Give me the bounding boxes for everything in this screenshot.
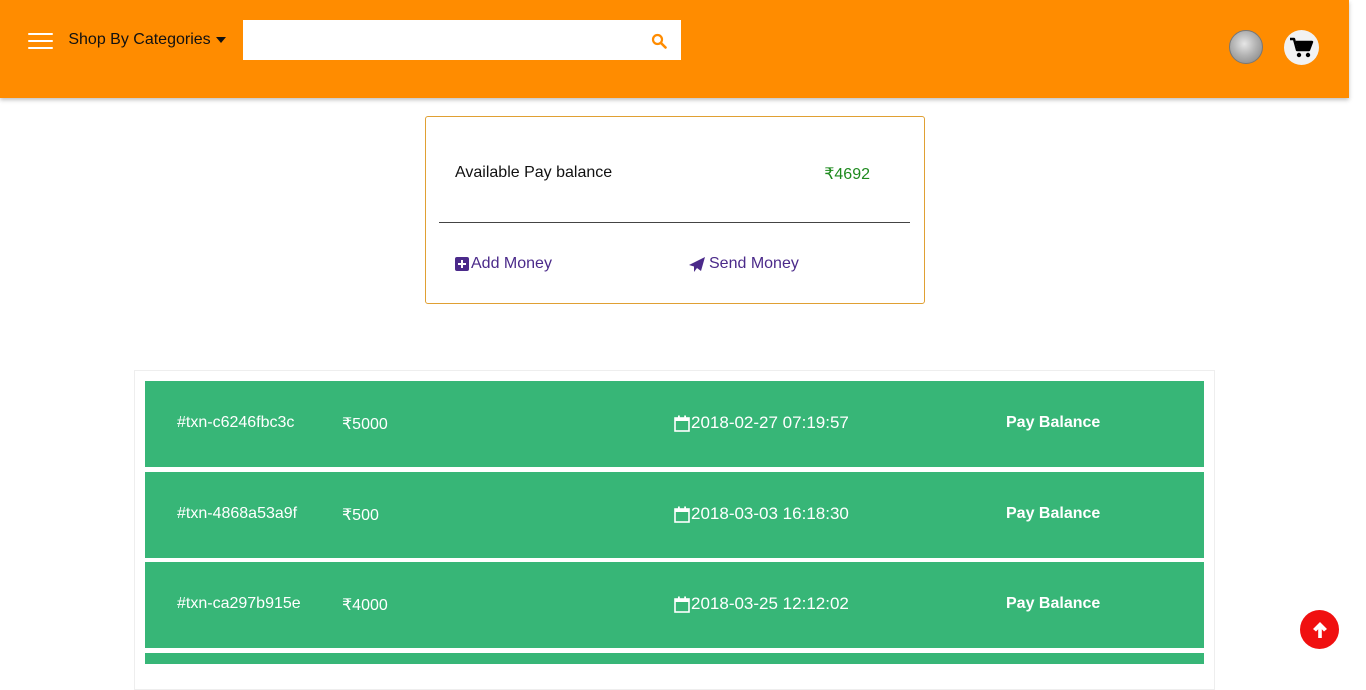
txn-id: #txn-ca297b915e — [177, 595, 301, 612]
transaction-row: #txn-ca297b915e ₹4000 2018-03-25 12:12:0… — [145, 562, 1204, 648]
transaction-row: #txn-c6246fbc3c ₹5000 2018-02-27 07:19:5… — [145, 381, 1204, 467]
categories-label: Shop By Categories — [68, 31, 211, 48]
shopping-cart-icon — [1289, 37, 1313, 57]
txn-amount: ₹5000 — [342, 416, 388, 433]
txn-id: #txn-c6246fbc3c — [177, 414, 295, 431]
cart-button[interactable] — [1284, 30, 1319, 65]
txn-datetime: 2018-03-03 16:18:30 — [674, 504, 849, 524]
txn-datetime: 2018-03-25 12:12:02 — [674, 594, 849, 614]
arrow-up-icon — [1312, 621, 1327, 638]
transaction-row — [145, 653, 1204, 664]
wallet-card: Available Pay balance ₹4692 Add Money Se… — [425, 116, 925, 304]
txn-type: Pay Balance — [1006, 414, 1101, 431]
txn-datetime-text: 2018-03-25 12:12:02 — [691, 594, 849, 613]
send-money-label: Send Money — [709, 255, 799, 272]
txn-datetime: 2018-02-27 07:19:57 — [674, 413, 849, 433]
calendar-icon — [674, 506, 690, 523]
card-divider — [439, 222, 910, 223]
plus-square-icon — [455, 257, 469, 271]
search-input[interactable] — [243, 20, 633, 60]
user-avatar[interactable] — [1229, 30, 1263, 64]
top-header: Shop By Categories — [0, 0, 1349, 98]
send-money-link[interactable]: Send Money — [689, 255, 799, 273]
scroll-to-top-button[interactable] — [1300, 610, 1339, 649]
txn-type: Pay Balance — [1006, 595, 1101, 612]
add-money-link[interactable]: Add Money — [455, 255, 552, 273]
hamburger-menu-icon[interactable] — [28, 31, 53, 51]
balance-label: Available Pay balance — [455, 164, 613, 181]
search-icon[interactable] — [651, 33, 667, 49]
calendar-icon — [674, 596, 690, 613]
balance-value: ₹4692 — [824, 166, 870, 183]
add-money-label: Add Money — [471, 255, 552, 272]
txn-id: #txn-4868a53a9f — [177, 505, 298, 522]
shop-by-categories-button[interactable]: Shop By Categories — [60, 20, 234, 60]
txn-datetime-text: 2018-02-27 07:19:57 — [691, 413, 849, 432]
txn-amount: ₹4000 — [342, 597, 388, 614]
txn-type: Pay Balance — [1006, 505, 1101, 522]
caret-down-icon — [215, 37, 226, 43]
paper-plane-icon — [689, 256, 705, 272]
search-bar — [243, 20, 681, 60]
transaction-row: #txn-4868a53a9f ₹500 2018-03-03 16:18:30… — [145, 472, 1204, 558]
txn-datetime-text: 2018-03-03 16:18:30 — [691, 504, 849, 523]
txn-amount: ₹500 — [342, 507, 379, 524]
calendar-icon — [674, 415, 690, 432]
